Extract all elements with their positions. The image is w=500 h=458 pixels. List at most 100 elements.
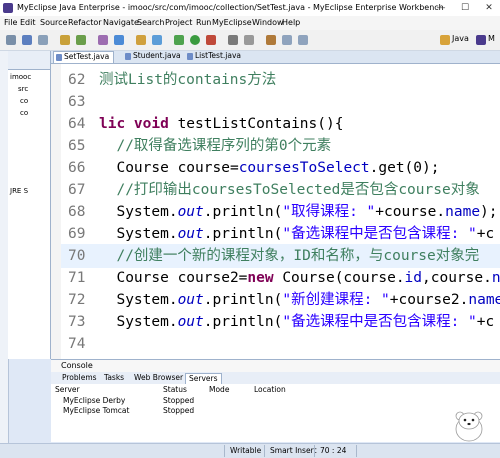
column-header-status[interactable]: Status — [163, 385, 187, 394]
code-token: //取得备选课程序列的第0个元素 — [99, 138, 332, 154]
menu-navigate[interactable]: Navigate — [103, 18, 139, 27]
forward-icon[interactable] — [298, 35, 308, 45]
code-token: name — [445, 204, 481, 220]
myeclipse-perspective[interactable]: M — [488, 34, 495, 46]
code-token: //创建一个新的课程对象，ID和名称，与course对象完 — [99, 248, 480, 264]
code-token: id — [404, 270, 423, 286]
code-line[interactable]: 66 Course course=coursesToSelect.get(0); — [68, 156, 439, 180]
line-number: 70 — [68, 248, 86, 264]
code-token: "备选课程中是否包含课程: " — [282, 314, 477, 330]
column-header-location[interactable]: Location — [254, 385, 286, 394]
myeclipse-perspective-icon[interactable] — [476, 35, 486, 45]
column-header-mode[interactable]: Mode — [209, 385, 229, 394]
code-token: "取得课程: " — [282, 204, 376, 220]
menu-file[interactable]: File — [4, 18, 17, 27]
annotation-icon[interactable] — [266, 35, 276, 45]
code-line[interactable]: 68 System.out.println("取得课程: "+course.na… — [68, 200, 498, 224]
package-explorer: imooc src co co JRE S — [8, 51, 51, 359]
code-token: out — [177, 226, 204, 242]
code-line[interactable]: 63 — [68, 90, 99, 114]
tree-item-project[interactable]: imooc — [10, 73, 31, 85]
new-project-icon[interactable] — [76, 35, 86, 45]
java-file-icon — [56, 54, 62, 61]
menu-project[interactable]: Project — [165, 18, 192, 27]
code-line[interactable]: 72 System.out.println("新创建课程: "+course2.… — [68, 288, 500, 312]
column-header-server[interactable]: Server — [55, 385, 80, 394]
package-explorer-tabs[interactable] — [8, 51, 50, 70]
code-token: testListContains(){ — [177, 116, 344, 132]
code-token: na — [491, 270, 500, 286]
code-line[interactable]: 65 //取得备选课程序列的第0个元素 — [68, 134, 331, 158]
menu-run[interactable]: Run — [196, 18, 211, 27]
server-name: MyEclipse Derby — [63, 396, 126, 405]
code-token: +c — [476, 314, 495, 330]
external-tools-icon[interactable] — [206, 35, 216, 45]
menu-source[interactable]: Source — [40, 18, 67, 27]
code-line[interactable]: 67 //打印输出coursesToSelected是否包含course对象 — [68, 178, 480, 202]
code-token: ,course. — [422, 270, 492, 286]
java-perspective[interactable]: Java — [452, 34, 469, 46]
menu-edit[interactable]: Edit — [20, 18, 36, 27]
code-editor[interactable]: 62 测试List的contains方法 63 64 lic void testList… — [51, 64, 500, 359]
editor-tab-bar: SetTest.java Student.java ListTest.java — [51, 51, 500, 64]
code-token: System. — [99, 314, 178, 330]
tab-listtest-java[interactable]: ListTest.java — [185, 51, 245, 62]
line-number: 67 — [68, 182, 86, 198]
menu-search[interactable]: Search — [137, 18, 164, 27]
tree-item-package[interactable]: co — [20, 109, 28, 121]
tree-item-package[interactable]: co — [20, 97, 28, 109]
tab-student-java[interactable]: Student.java — [123, 51, 185, 62]
table-row[interactable]: MyEclipse Derby Stopped — [51, 396, 500, 406]
code-token: "备选课程中是否包含课程: " — [282, 226, 477, 242]
class-icon[interactable] — [152, 35, 162, 45]
tree-item-jre[interactable]: JRE S — [10, 187, 28, 199]
server-status: Stopped — [163, 406, 195, 415]
back-icon[interactable] — [282, 35, 292, 45]
menu-help[interactable]: Help — [282, 18, 300, 27]
run-icon[interactable] — [190, 35, 200, 45]
code-token: System. — [99, 292, 178, 308]
new-icon[interactable] — [6, 35, 16, 45]
toggle-icon[interactable] — [244, 35, 254, 45]
print-icon[interactable] — [38, 35, 48, 45]
code-line[interactable]: 73 System.out.println("备选课程中是否包含课程: "+c — [68, 310, 494, 334]
tab-servers[interactable]: Servers — [185, 373, 222, 384]
maximize-button[interactable]: ☐ — [454, 0, 476, 16]
tab-settest-java[interactable]: SetTest.java — [53, 51, 115, 63]
open-type-icon[interactable] — [60, 35, 70, 45]
debug-icon[interactable] — [174, 35, 184, 45]
status-cursor-position: 70 : 24 — [320, 446, 347, 455]
minimize-button[interactable]: — — [430, 0, 452, 16]
tab-tasks[interactable]: Tasks — [101, 373, 127, 383]
code-token: //打印输出coursesToSelected是否包含course对象 — [99, 182, 480, 198]
code-line[interactable]: 64 lic void testListContains(){ — [68, 112, 343, 136]
java-perspective-icon[interactable] — [440, 35, 450, 45]
menu-window[interactable]: Window — [252, 18, 284, 27]
status-insert-mode: Smart Insert — [270, 446, 317, 455]
code-token: .println( — [203, 226, 283, 242]
tab-web-browser[interactable]: Web Browser — [131, 373, 186, 383]
search-icon[interactable] — [228, 35, 238, 45]
code-token: 测试List的contains方法 — [99, 72, 277, 88]
menu-bar: File Edit Source Refactor Navigate Searc… — [0, 16, 500, 30]
tab-problems[interactable]: Problems — [59, 373, 100, 383]
code-token: Course(course. — [282, 270, 405, 286]
table-row[interactable]: MyEclipse Tomcat Stopped — [51, 406, 500, 416]
code-line-current[interactable]: 70 //创建一个新的课程对象，ID和名称，与course对象完 — [61, 244, 500, 268]
menu-myeclipse[interactable]: MyEclipse — [212, 18, 252, 27]
close-button[interactable]: ✕ — [478, 0, 500, 16]
code-token: Course course= — [99, 160, 239, 176]
menu-refactor[interactable]: Refactor — [68, 18, 102, 27]
code-line[interactable]: 62 测试List的contains方法 — [68, 68, 276, 92]
save-icon[interactable] — [22, 35, 32, 45]
code-line[interactable]: 71 Course course2=new Course(course.id,c… — [68, 266, 500, 290]
tree-item-src[interactable]: src — [18, 85, 28, 97]
code-token: coursesToSelect — [238, 160, 370, 176]
server-icon[interactable] — [114, 35, 124, 45]
code-token: .println( — [203, 204, 283, 220]
code-line[interactable]: 74 — [68, 332, 99, 356]
package-icon[interactable] — [136, 35, 146, 45]
console-title[interactable]: Console — [61, 361, 93, 370]
code-line[interactable]: 69 System.out.println("备选课程中是否包含课程: "+c — [68, 222, 494, 246]
deploy-icon[interactable] — [98, 35, 108, 45]
